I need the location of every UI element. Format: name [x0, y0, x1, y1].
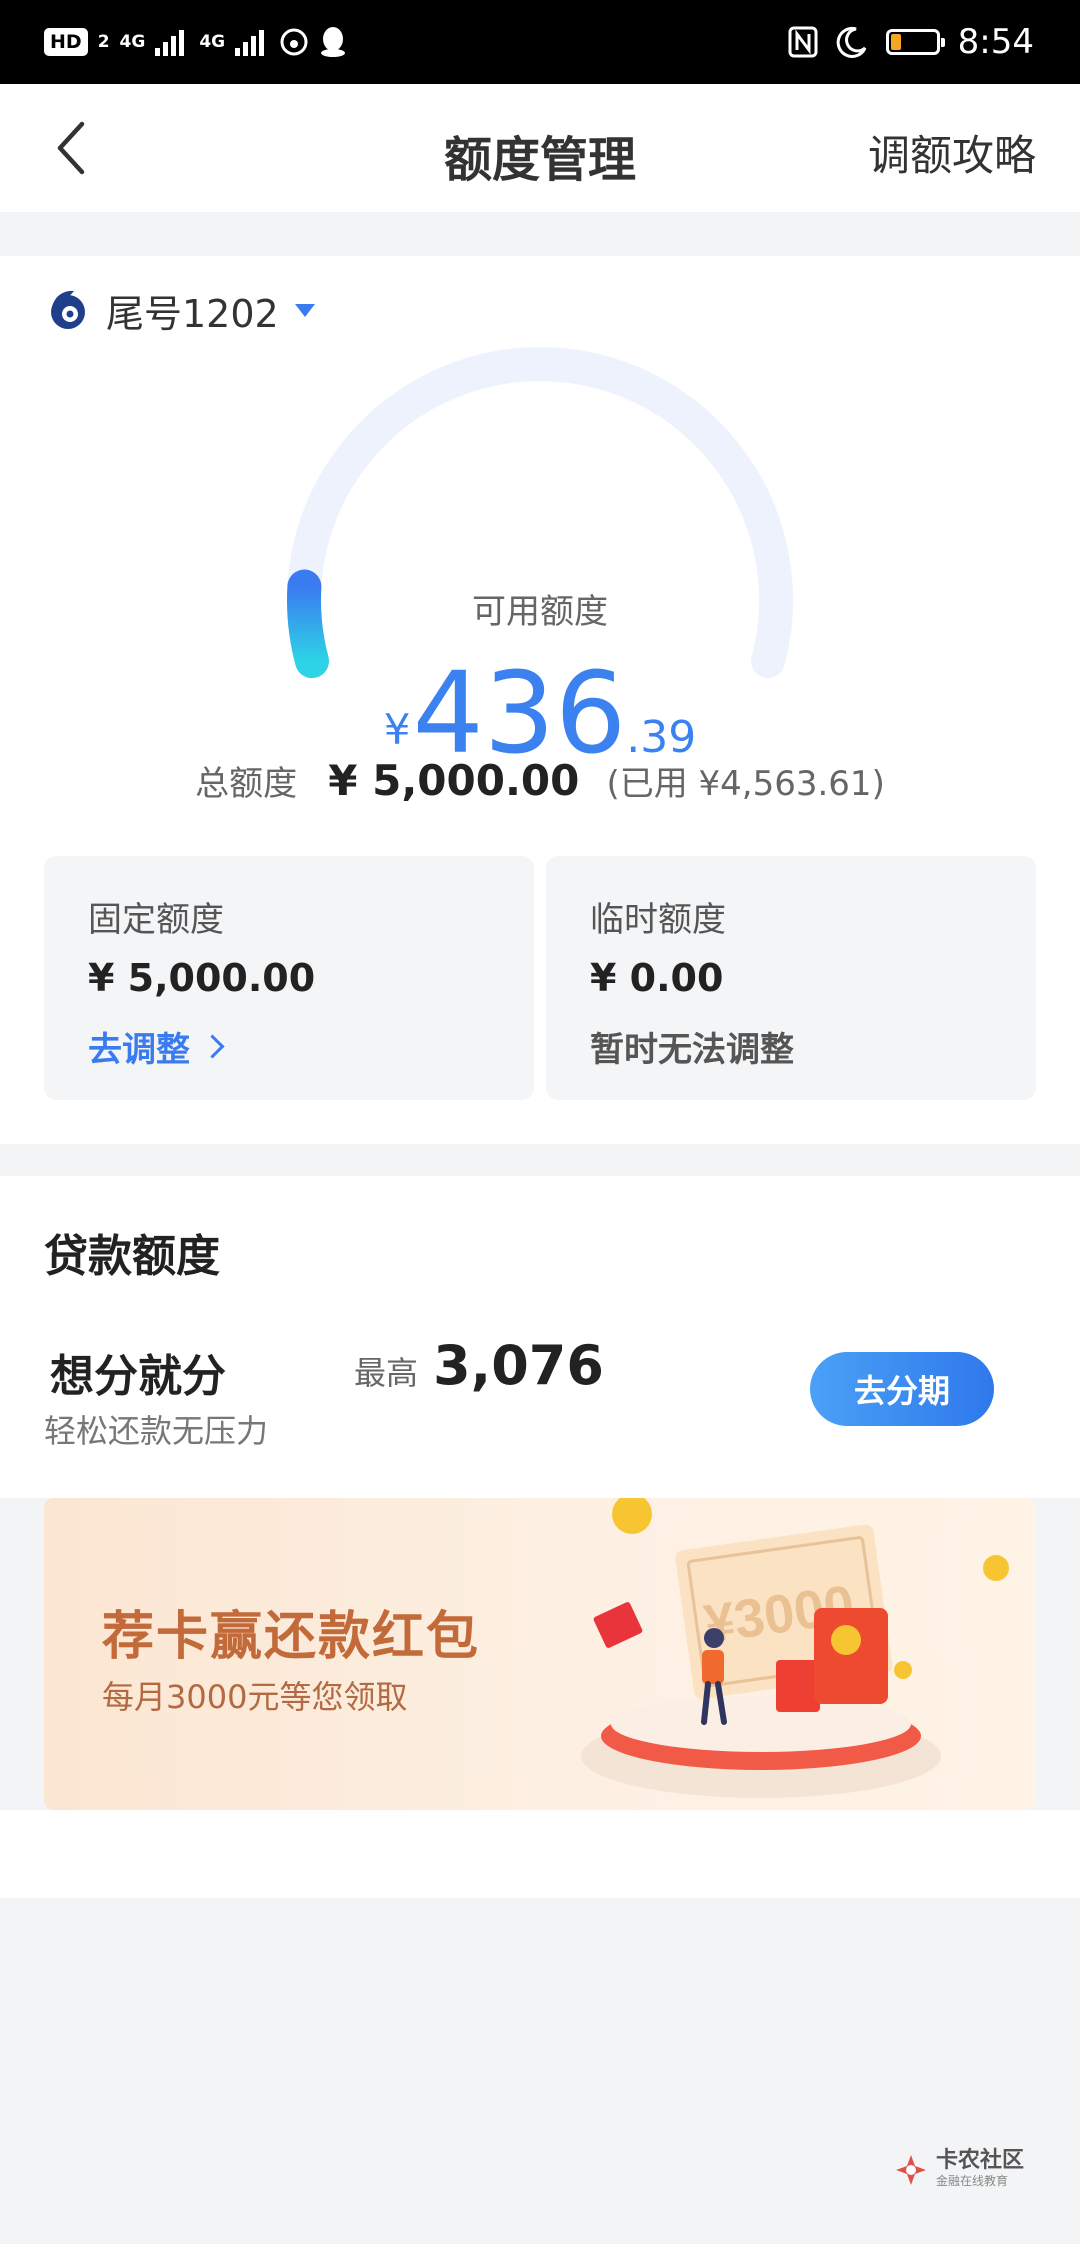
loan-product-name: 想分就分	[50, 1351, 226, 1402]
battery-icon	[885, 29, 945, 55]
fixed-limit-value: ¥ 5,000.00	[88, 956, 316, 1000]
adjust-label: 去调整	[88, 1030, 190, 1070]
bank-logo-icon	[51, 290, 85, 329]
fixed-limit-title: 固定额度	[88, 900, 224, 940]
available-currency: ¥	[383, 705, 411, 754]
temp-limit-card: 临时额度 ¥ 0.00 暂时无法调整	[546, 856, 1036, 1100]
hd-badge: HD	[44, 28, 88, 56]
credit-gauge: 可用额度 ¥436.39	[150, 338, 930, 770]
account-label: 尾号1202	[106, 291, 279, 336]
dropdown-caret-icon	[294, 303, 315, 317]
temp-limit-value: ¥ 0.00	[590, 956, 724, 1000]
watermark-text-block: 卡农社区 金融在线教育	[936, 2150, 1024, 2189]
nfc-icon	[788, 26, 818, 58]
signal-icon	[235, 30, 265, 56]
loan-max-value: 3,076	[433, 1334, 604, 1397]
banner-subtitle: 每月3000元等您领取	[102, 1678, 408, 1716]
account-selector[interactable]: 尾号1202	[44, 282, 315, 338]
total-value: ¥ 5,000.00	[328, 756, 580, 805]
watermark: 卡农社区 金融在线教育	[894, 2150, 1024, 2189]
hotspot-icon	[280, 28, 308, 56]
adjust-button[interactable]: 去调整	[88, 1022, 225, 1071]
loan-section-title: 贷款额度	[44, 1231, 220, 1282]
battery-level-fill	[890, 34, 902, 50]
loan-max-label: 最高	[354, 1354, 419, 1392]
signal-icon	[155, 30, 185, 56]
adjust-guide-link[interactable]: 调额攻略	[868, 122, 1036, 183]
watermark-name: 卡农社区	[935, 2148, 1024, 2173]
status-time: 8:54	[957, 22, 1034, 62]
chevron-right-icon	[200, 1034, 225, 1059]
loan-max-amount: 最高 3,076	[354, 1334, 604, 1397]
qq-icon	[321, 27, 346, 57]
banner-title: 荐卡赢还款红包	[102, 1607, 481, 1667]
moon-icon	[836, 26, 867, 58]
temp-limit-note: 暂时无法调整	[590, 1030, 794, 1070]
footer-spacer	[0, 1810, 1080, 1896]
credit-card-section: 尾号1202 可用额度 ¥436.39 总额度 ¥ 5,000.00 (已用 ¥…	[0, 256, 1080, 1144]
available-amount: ¥436.39	[150, 658, 930, 770]
nav-bar: 额度管理 调额攻略	[0, 84, 1080, 212]
status-left: HD 2 4G 4G	[44, 22, 347, 62]
available-label: 可用额度	[472, 592, 608, 632]
watermark-logo-icon	[895, 2154, 926, 2185]
total-label: 总额度	[195, 764, 298, 804]
network-label-2: 4G	[199, 31, 226, 52]
red-packet-illustration: ¥3000	[581, 1498, 1009, 1798]
temp-limit-title: 临时额度	[590, 900, 726, 940]
promo-banner[interactable]: 荐卡赢还款红包 每月3000元等您领取 ¥3000	[44, 1498, 1036, 1810]
network-label-1: 4G	[119, 31, 146, 52]
loan-product-desc: 轻松还款无压力	[44, 1412, 269, 1450]
sim-index: 2	[97, 31, 110, 52]
fixed-limit-card: 固定额度 ¥ 5,000.00 去调整	[44, 856, 534, 1100]
used-amount: (已用 ¥4,563.61)	[606, 764, 885, 804]
status-right: 8:54	[788, 18, 1034, 66]
total-limit-line: 总额度 ¥ 5,000.00 (已用 ¥4,563.61)	[0, 756, 1080, 805]
watermark-tagline: 金融在线教育	[935, 2174, 1008, 2188]
installment-button[interactable]: 去分期	[810, 1352, 994, 1426]
status-bar: HD 2 4G 4G 8:54	[0, 0, 1080, 84]
promo-banner-area: 荐卡赢还款红包 每月3000元等您领取 ¥3000	[0, 1498, 1080, 1810]
